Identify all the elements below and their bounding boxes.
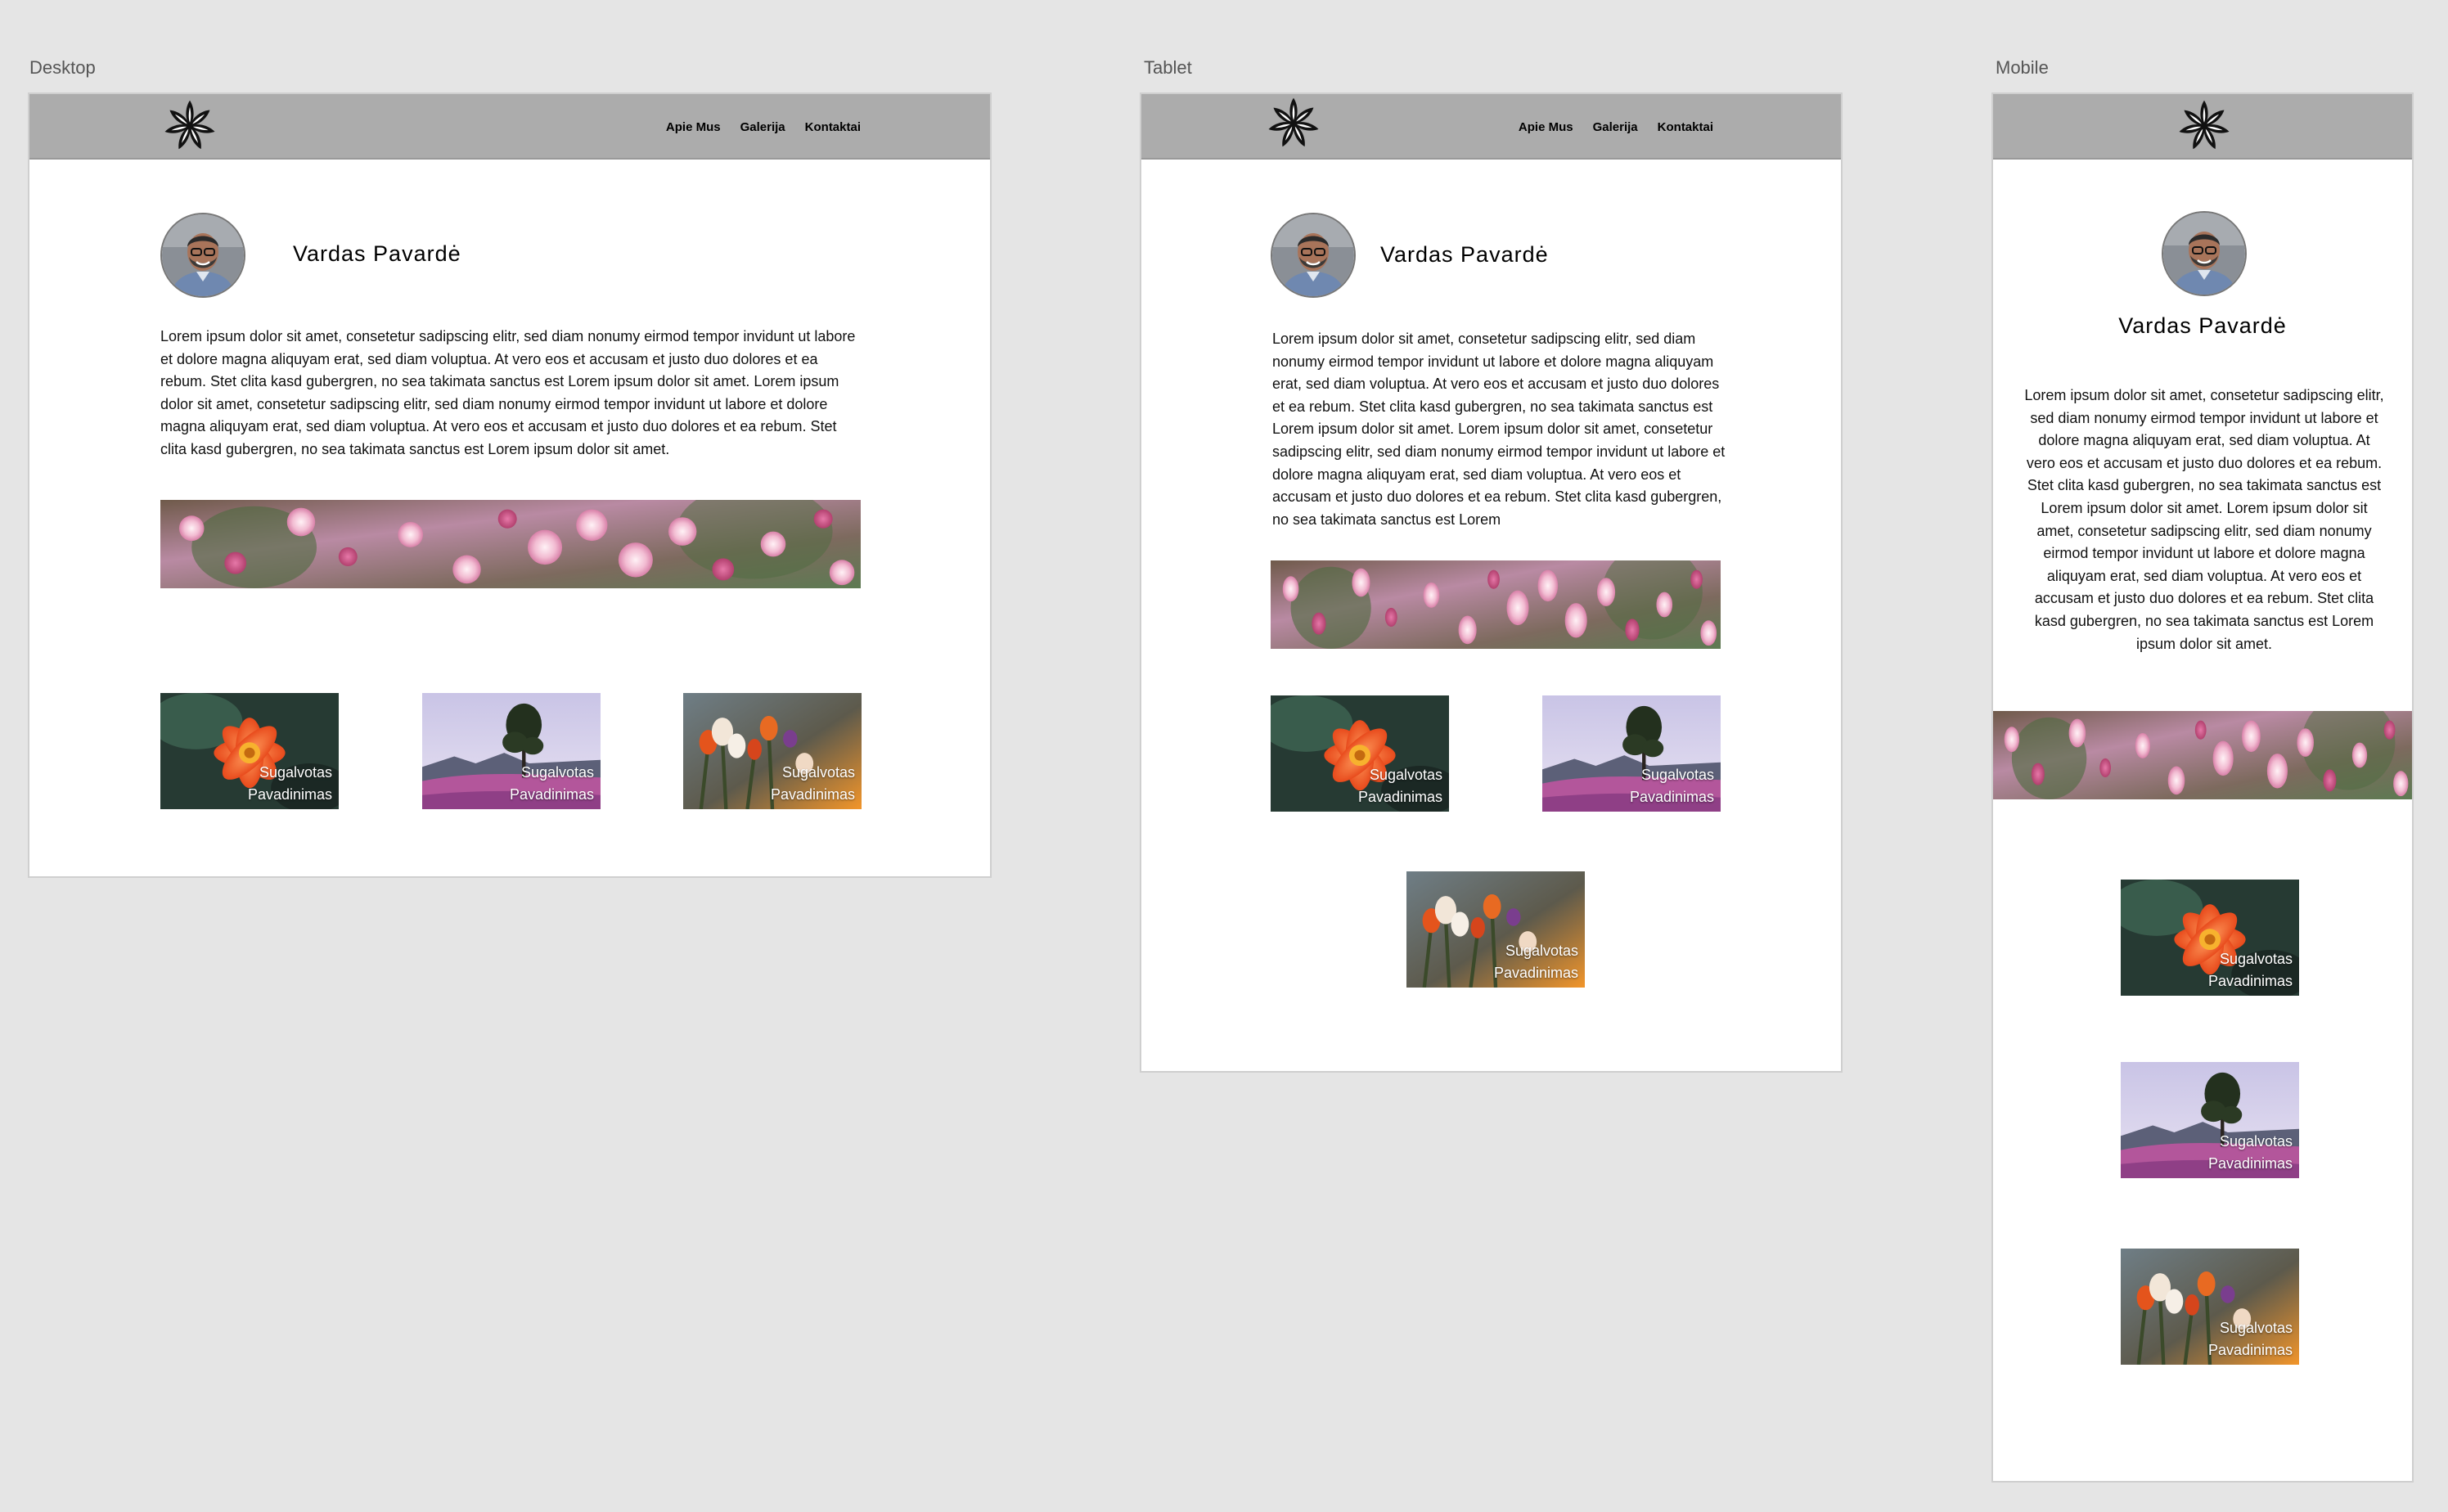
bio-text: Lorem ipsum dolor sit amet, consetetur s… [2024,387,2384,652]
caption-line-1: Sugalvotas [2219,951,2293,967]
mobile-artboard: Vardas Pavardė Lorem ipsum dolor sit ame… [1991,92,2414,1483]
caption-line-2: Pavadinimas [1493,965,1578,981]
profile-name: Vardas Pavardė [293,241,461,266]
nav-menu: Apie Mus Galerija Kontaktai [1519,94,1713,160]
nav-menu: Apie Mus Galerija Kontaktai [666,94,861,160]
gallery-item[interactable]: Sugalvotas Pavadinimas [2121,1249,2299,1365]
banner-image [1271,560,1721,649]
gallery-item[interactable]: Sugalvotas Pavadinimas [160,693,339,809]
gallery-item[interactable]: Sugalvotas Pavadinimas [2121,880,2299,996]
flower-logo-icon[interactable] [2176,98,2232,154]
gallery-caption: Sugalvotas Pavadinimas [2208,948,2293,992]
flower-logo-icon[interactable] [162,98,218,154]
nav-link-apie-mus[interactable]: Apie Mus [666,120,721,134]
nav-link-galerija[interactable]: Galerija [740,120,785,134]
banner-image [1993,711,2412,799]
gallery-caption: Sugalvotas Pavadinimas [510,762,594,806]
banner-image [160,500,861,588]
profile-name: Vardas Pavardė [2118,313,2287,338]
caption-line-2: Pavadinimas [509,786,594,803]
caption-line-2: Pavadinimas [1357,789,1442,805]
nav-link-apie-mus[interactable]: Apie Mus [1519,120,1573,134]
nav-link-galerija[interactable]: Galerija [1593,120,1638,134]
caption-line-1: Sugalvotas [2219,1133,2293,1150]
bio-text: Lorem ipsum dolor sit amet, consetetur s… [160,328,856,457]
frame-label-tablet: Tablet [1144,57,1192,78]
caption-line-1: Sugalvotas [1505,943,1578,959]
gallery-item[interactable]: Sugalvotas Pavadinimas [1271,695,1449,812]
profile-name: Vardas Pavardė [1380,242,1549,267]
caption-line-1: Sugalvotas [1369,767,1442,783]
caption-line-2: Pavadinimas [1629,789,1714,805]
gallery-caption: Sugalvotas Pavadinimas [248,762,332,806]
caption-line-1: Sugalvotas [1640,767,1714,783]
avatar [2162,211,2247,296]
gallery-caption: Sugalvotas Pavadinimas [771,762,855,806]
navbar: Apie Mus Galerija Kontaktai [1141,94,1841,160]
gallery-caption: Sugalvotas Pavadinimas [1494,940,1578,984]
gallery-caption: Sugalvotas Pavadinimas [1358,764,1442,808]
caption-line-2: Pavadinimas [770,786,855,803]
navbar [1993,94,2412,160]
caption-line-1: Sugalvotas [259,764,332,781]
caption-line-1: Sugalvotas [520,764,594,781]
caption-line-1: Sugalvotas [781,764,855,781]
desktop-artboard: Apie Mus Galerija Kontaktai Vardas Pavar… [28,92,992,878]
design-canvas: Desktop Apie Mus Galerija Kontaktai Vard… [0,0,2448,1512]
navbar: Apie Mus Galerija Kontaktai [29,94,990,160]
flower-logo-icon[interactable] [1266,96,1321,151]
gallery-caption: Sugalvotas Pavadinimas [1630,764,1714,808]
gallery-item[interactable]: Sugalvotas Pavadinimas [1542,695,1721,812]
bio-text: Lorem ipsum dolor sit amet, consetetur s… [1272,331,1726,528]
avatar [1271,213,1356,298]
caption-line-2: Pavadinimas [2207,1155,2293,1172]
gallery-item[interactable]: Sugalvotas Pavadinimas [2121,1062,2299,1178]
nav-link-kontaktai[interactable]: Kontaktai [805,120,861,134]
gallery-item[interactable]: Sugalvotas Pavadinimas [422,693,601,809]
nav-link-kontaktai[interactable]: Kontaktai [1658,120,1713,134]
frame-label-mobile: Mobile [1996,57,2049,78]
caption-line-2: Pavadinimas [247,786,332,803]
caption-line-2: Pavadinimas [2207,973,2293,989]
tablet-artboard: Apie Mus Galerija Kontaktai Vardas Pavar… [1140,92,1843,1073]
caption-line-1: Sugalvotas [2219,1320,2293,1336]
gallery-caption: Sugalvotas Pavadinimas [2208,1317,2293,1361]
gallery-caption: Sugalvotas Pavadinimas [2208,1131,2293,1175]
gallery-item[interactable]: Sugalvotas Pavadinimas [683,693,862,809]
gallery-item[interactable]: Sugalvotas Pavadinimas [1406,871,1585,988]
caption-line-2: Pavadinimas [2207,1342,2293,1358]
avatar [160,213,245,298]
frame-label-desktop: Desktop [29,57,96,78]
